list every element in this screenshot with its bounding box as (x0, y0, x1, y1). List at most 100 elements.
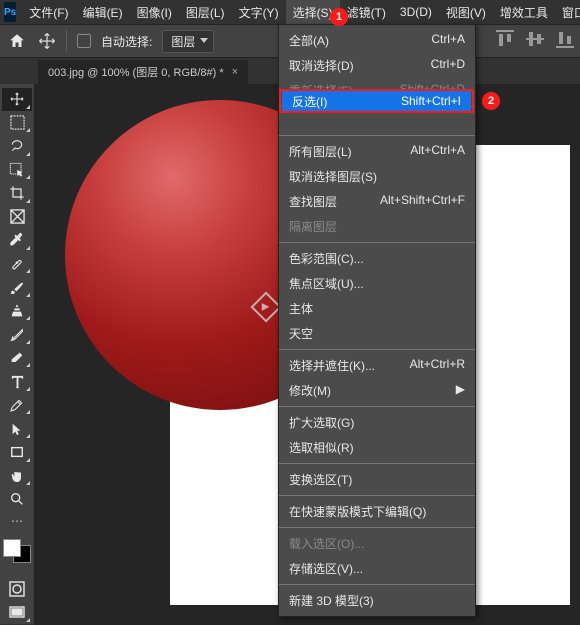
menu-3d[interactable]: 3D(D) (393, 1, 439, 23)
foreground-color-swatch[interactable] (3, 539, 21, 557)
annotation-badge-2: 2 (482, 92, 500, 110)
menu-separator (279, 527, 475, 528)
annotation-badge-1: 1 (330, 8, 348, 26)
tools-panel: ⋯ (0, 84, 34, 624)
path-select-tool[interactable] (2, 417, 32, 440)
menu-item[interactable]: 取消选择(D) Ctrl+D (279, 53, 475, 78)
menu-item-label: 变换选区(T) (289, 471, 352, 488)
tab-close-icon[interactable]: × (232, 66, 238, 78)
menu-item[interactable]: 存储选区(V)... (279, 556, 475, 581)
object-select-tool[interactable] (2, 159, 32, 182)
menu-item[interactable]: 主体 (279, 296, 475, 321)
menu-edit[interactable]: 编辑(E) (76, 0, 130, 25)
menu-item-label: 取消选择(D) (289, 57, 354, 74)
menu-item-label: 存储选区(V)... (289, 560, 363, 577)
menu-type[interactable]: 文字(Y) (232, 0, 286, 25)
menu-item-label: 取消选择图层(S) (289, 168, 377, 185)
menu-window[interactable]: 窗口(W) (555, 0, 580, 25)
menu-item-label: 扩大选取(G) (289, 414, 354, 431)
menu-item-label: 在快速蒙版模式下编辑(Q) (289, 503, 426, 520)
menu-item-label: 修改(M) (289, 382, 331, 399)
menu-item-label: 全部(A) (289, 32, 329, 49)
menu-item[interactable]: 选择并遮住(K)... Alt+Ctrl+R (279, 353, 475, 378)
edit-toolbar-icon[interactable]: ⋯ (11, 514, 23, 528)
menu-item-inverse-shortcut: Shift+Ctrl+I (401, 94, 461, 108)
frame-tool[interactable] (2, 206, 32, 229)
menu-item-label: 隔离图层 (289, 218, 337, 235)
divider (66, 30, 67, 52)
document-tab[interactable]: 003.jpg @ 100% (图层 0, RGB/8#) * × (38, 60, 248, 84)
align-icons-group (496, 30, 574, 48)
screen-mode-tool[interactable] (2, 601, 32, 624)
zoom-tool[interactable] (2, 488, 32, 511)
lasso-tool[interactable] (2, 135, 32, 158)
menu-item[interactable]: 新建 3D 模型(3) (279, 588, 475, 613)
quick-mask-tool[interactable] (2, 578, 32, 601)
hand-tool[interactable] (2, 465, 32, 488)
document-tab-title: 003.jpg @ 100% (图层 0, RGB/8#) * (48, 64, 224, 80)
watermark-icon (250, 291, 281, 322)
clone-stamp-tool[interactable] (2, 300, 32, 323)
menu-view[interactable]: 视图(V) (439, 0, 493, 25)
menu-item-label: 所有图层(L) (289, 143, 352, 160)
app-logo: Ps (4, 2, 16, 22)
menu-item-label: 查找图层 (289, 193, 337, 210)
marquee-tool[interactable] (2, 112, 32, 135)
menu-separator (279, 463, 475, 464)
align-top-icon[interactable] (496, 30, 514, 48)
menu-item-shortcut: Alt+Shift+Ctrl+F (380, 193, 465, 210)
menu-item-label: 新建 3D 模型(3) (289, 592, 374, 609)
menu-filter[interactable]: 滤镜(T) (340, 0, 393, 25)
menu-plugins[interactable]: 增效工具 (493, 0, 555, 25)
menu-item[interactable]: 选取相似(R) (279, 435, 475, 460)
brush-tool[interactable] (2, 276, 32, 299)
menu-item-label: 天空 (289, 325, 313, 342)
menu-item[interactable]: 扩大选取(G) (279, 410, 475, 435)
move-tool-icon (38, 32, 56, 50)
menubar: Ps 文件(F) 编辑(E) 图像(I) 图层(L) 文字(Y) 选择(S) 滤… (0, 0, 580, 24)
rectangle-tool[interactable] (2, 441, 32, 464)
crop-tool[interactable] (2, 182, 32, 205)
menu-item[interactable]: 修改(M) ▶ (279, 378, 475, 403)
menu-item[interactable]: 在快速蒙版模式下编辑(Q) (279, 499, 475, 524)
healing-brush-tool[interactable] (2, 253, 32, 276)
color-swatches[interactable] (3, 539, 31, 563)
menu-separator (279, 495, 475, 496)
align-vcenter-icon[interactable] (526, 30, 544, 48)
move-tool[interactable] (2, 88, 32, 111)
menu-separator (279, 406, 475, 407)
menu-item-shortcut: Alt+Ctrl+R (410, 357, 465, 374)
menu-file[interactable]: 文件(F) (22, 0, 75, 25)
menu-image[interactable]: 图像(I) (130, 0, 179, 25)
menu-item[interactable]: 焦点区域(U)... (279, 271, 475, 296)
menu-item[interactable]: 所有图层(L) Alt+Ctrl+A (279, 139, 475, 164)
menu-item-label: 选择并遮住(K)... (289, 357, 375, 374)
align-bottom-icon[interactable] (556, 30, 574, 48)
menu-item-shortcut: Ctrl+D (431, 57, 465, 74)
menu-item[interactable]: 全部(A)Ctrl+A (279, 28, 475, 53)
menu-separator (279, 135, 475, 136)
menu-item-label: 载入选区(O)... (289, 535, 364, 552)
menu-item: 隔离图层 (279, 214, 475, 239)
menu-item-shortcut: ▶ (456, 382, 465, 399)
menu-item[interactable]: 色彩范围(C)... (279, 246, 475, 271)
home-icon[interactable] (6, 30, 28, 52)
layer-select[interactable]: 图层 (162, 30, 214, 53)
auto-select-checkbox[interactable] (77, 34, 91, 48)
menu-item[interactable]: 天空 (279, 321, 475, 346)
menu-separator (279, 584, 475, 585)
menu-item[interactable]: 查找图层 Alt+Shift+Ctrl+F (279, 189, 475, 214)
menu-layer[interactable]: 图层(L) (179, 0, 232, 25)
menu-item[interactable]: 变换选区(T) (279, 467, 475, 492)
type-tool[interactable] (2, 370, 32, 393)
eraser-tool[interactable] (2, 347, 32, 370)
menu-item[interactable]: 取消选择图层(S) (279, 164, 475, 189)
auto-select-label: 自动选择: (101, 33, 152, 50)
eyedropper-tool[interactable] (2, 229, 32, 252)
pen-tool[interactable] (2, 394, 32, 417)
menu-item-inverse-highlight[interactable]: 反选(I) Shift+Ctrl+I (282, 91, 471, 111)
menu-item-shortcut: Alt+Ctrl+A (410, 143, 465, 160)
menu-item-inverse-label: 反选(I) (292, 93, 327, 110)
history-brush-tool[interactable] (2, 323, 32, 346)
menu-item-label: 色彩范围(C)... (289, 250, 364, 267)
